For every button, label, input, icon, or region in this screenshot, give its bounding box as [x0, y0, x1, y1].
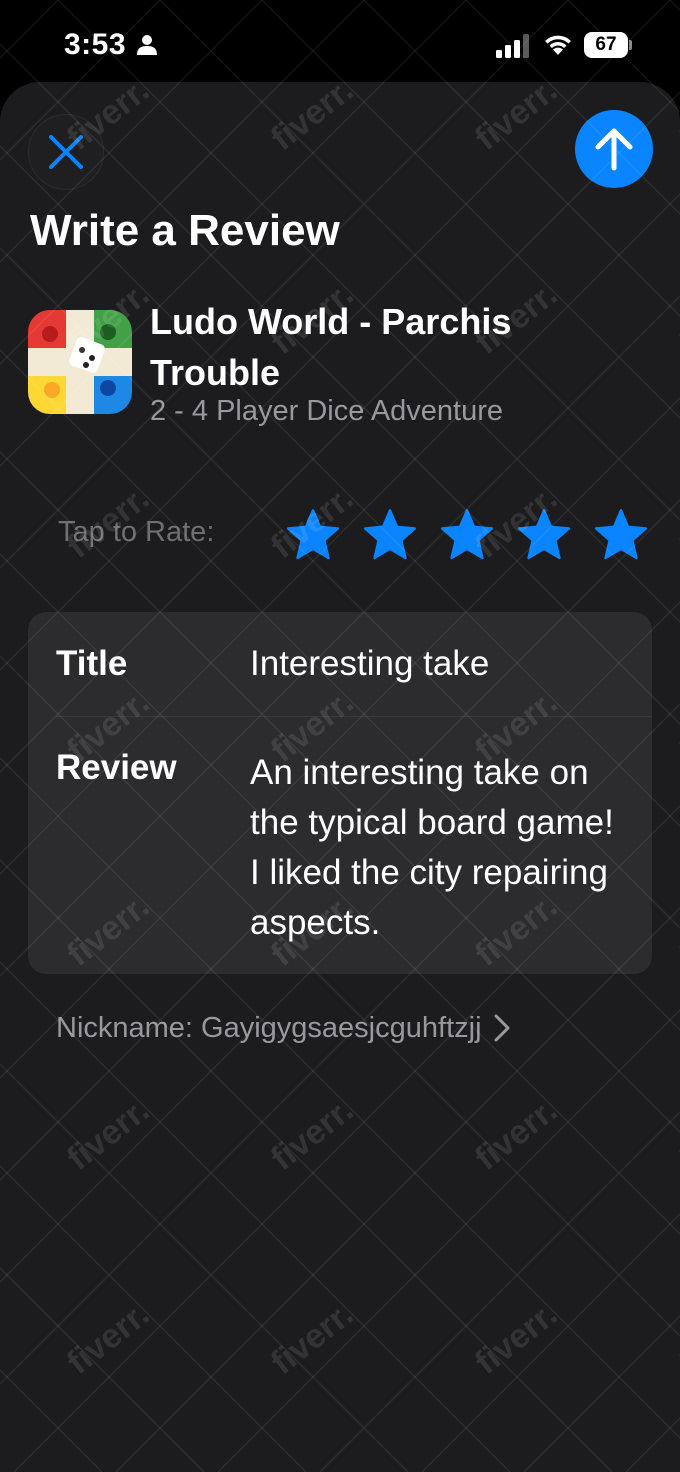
status-bar: 3:53 67 [0, 0, 680, 84]
review-form-card: Title Interesting take Review An interes… [28, 612, 652, 974]
app-subtitle: 2 - 4 Player Dice Adventure [150, 395, 504, 427]
star-icon[interactable] [284, 506, 342, 564]
nickname-row[interactable]: Nickname: Gayigygsaesjcguhftzjj [56, 1006, 512, 1050]
star-icon[interactable] [438, 506, 496, 564]
review-sheet: Write a Review Ludo World - Parchis Trou… [0, 82, 680, 1472]
star-icon[interactable] [361, 506, 419, 564]
wifi-icon [545, 35, 571, 55]
title-label: Title [56, 644, 128, 683]
chevron-right-icon [494, 1014, 510, 1042]
page-title: Write a Review [30, 206, 340, 255]
star-icon[interactable] [515, 506, 573, 564]
close-icon [49, 135, 83, 169]
battery-indicator: 67 [584, 32, 632, 58]
battery-tip [629, 40, 632, 50]
review-textarea[interactable]: An interesting take on the typical board… [250, 748, 630, 948]
arrow-up-icon [595, 128, 633, 171]
star-icon[interactable] [592, 506, 650, 564]
send-review-button[interactable] [575, 110, 653, 188]
rating-row: Tap to Rate: [58, 502, 658, 572]
nickname-text: Nickname: Gayigygsaesjcguhftzjj [56, 1011, 482, 1044]
divider [56, 716, 652, 717]
title-input[interactable]: Interesting take [250, 644, 489, 684]
app-name: Ludo World - Parchis Trouble [150, 301, 512, 393]
person-icon [137, 35, 157, 55]
status-time: 3:53 [64, 28, 127, 61]
rate-label: Tap to Rate: [58, 516, 215, 548]
app-icon [28, 310, 132, 414]
close-button[interactable] [28, 114, 104, 190]
review-label: Review [56, 748, 177, 787]
cellular-signal-icon [496, 34, 529, 58]
battery-level: 67 [584, 32, 628, 58]
